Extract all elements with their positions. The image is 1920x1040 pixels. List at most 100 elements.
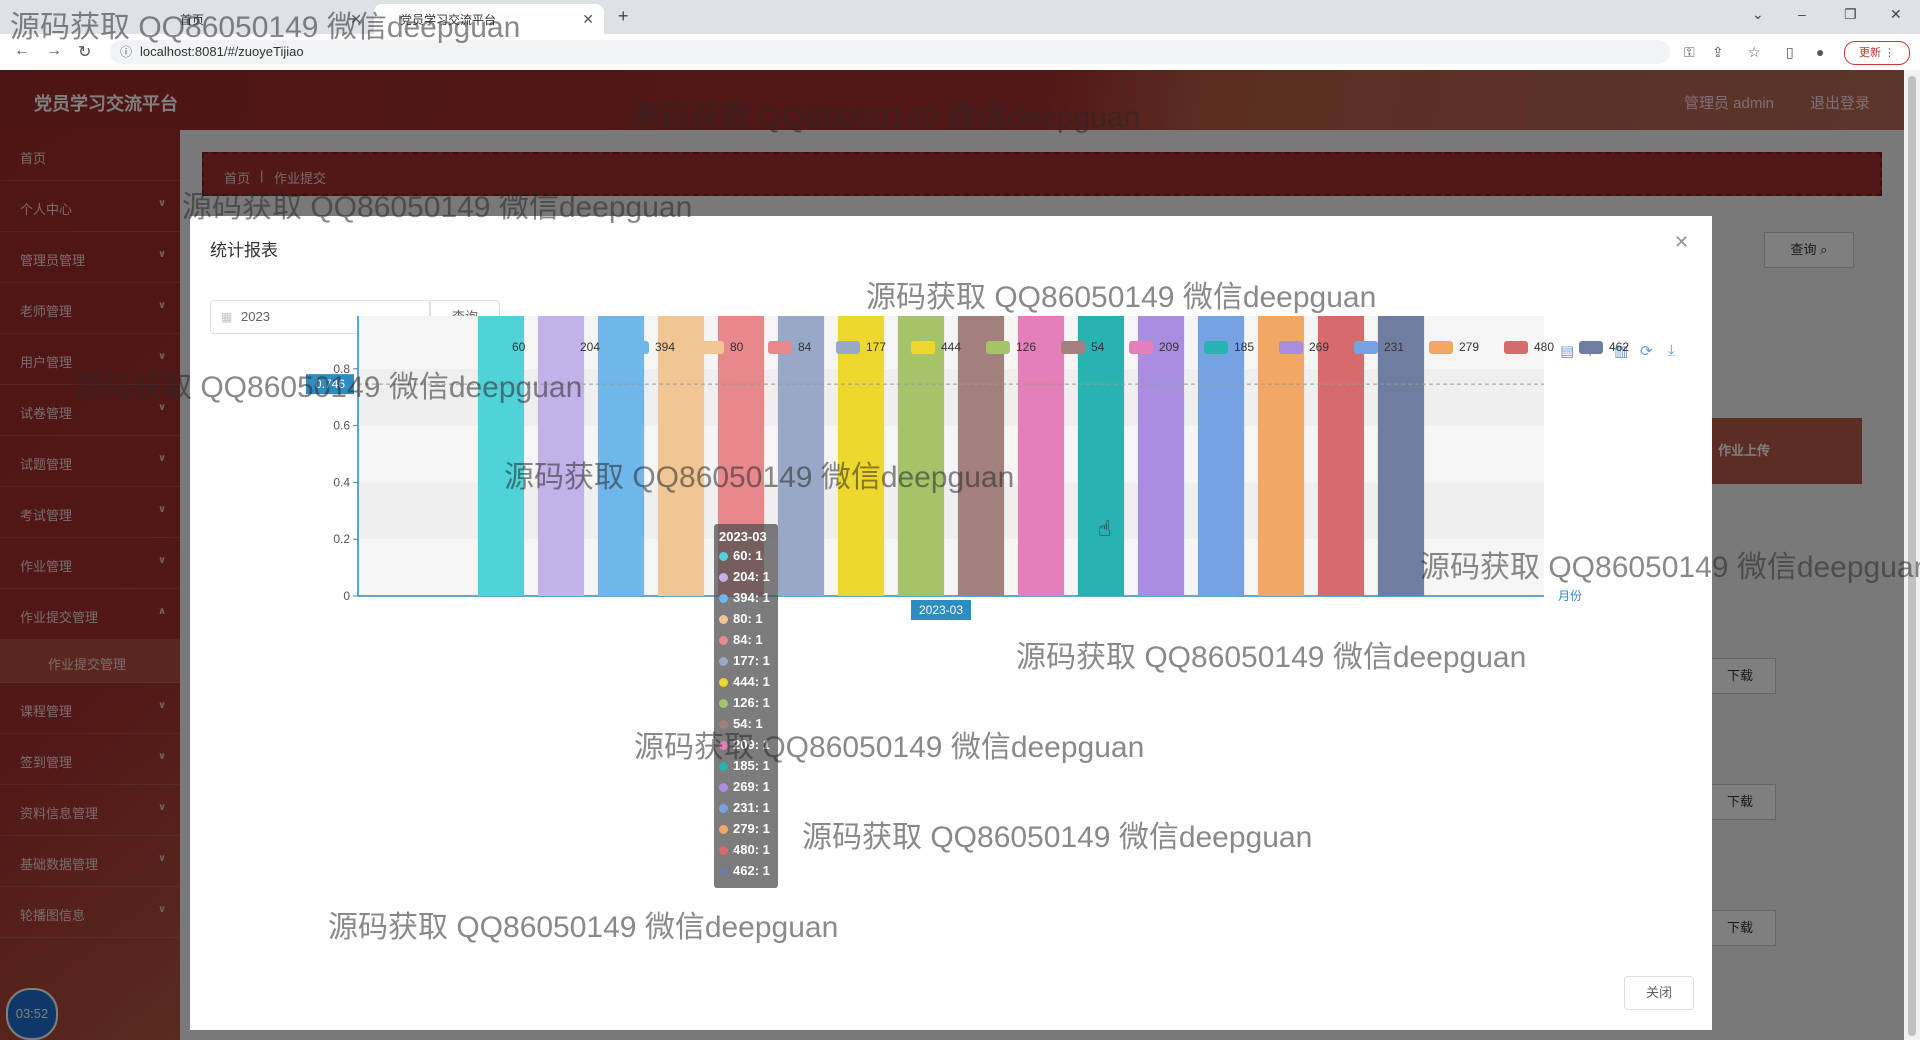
restore-icon[interactable]: ❐ — [1844, 6, 1857, 23]
tooltip-text: 80: 1 — [733, 611, 763, 626]
tooltip-text: 177: 1 — [733, 653, 770, 668]
tooltip-row: 231: 1 — [719, 800, 770, 820]
forward-icon[interactable]: → — [46, 42, 62, 60]
legend-item-394[interactable]: 394 — [625, 340, 675, 355]
tooltip-text: 60: 1 — [733, 548, 763, 563]
url-text: localhost:8081/#/zuoyeTijiao — [140, 44, 304, 59]
legend-item-231[interactable]: 231 — [1354, 340, 1405, 355]
close-icon[interactable]: ✕ — [582, 11, 594, 28]
hand-cursor-icon: ☝ — [1098, 516, 1112, 541]
bar-279 — [1257, 316, 1305, 596]
legend-item-279[interactable]: 279 — [1429, 340, 1480, 355]
legend-item-54[interactable]: 54 — [1061, 340, 1104, 355]
legend-swatch — [625, 341, 649, 355]
new-tab-icon[interactable]: + — [618, 6, 629, 27]
legend-item-209[interactable]: 209 — [1129, 340, 1179, 355]
legend-item-462[interactable]: 462 — [1579, 340, 1629, 355]
plot-band — [358, 482, 1544, 540]
tooltip-dot — [719, 615, 728, 625]
legend-item-84[interactable]: 84 — [768, 340, 812, 355]
legend-label: 177 — [866, 340, 887, 354]
legend-swatch — [1129, 341, 1153, 355]
tooltip-row: 279: 1 — [719, 821, 770, 841]
browser-tab-home[interactable]: 首页 ✕ — [140, 4, 372, 34]
tooltip-text: 269: 1 — [733, 779, 770, 794]
bar-444 — [837, 316, 885, 596]
tooltip-row: 84: 1 — [719, 632, 763, 652]
legend-item-185[interactable]: 185 — [1204, 340, 1254, 355]
legend-swatch — [482, 341, 506, 355]
scrollbar-thumb[interactable] — [1908, 76, 1916, 1036]
x-tick-label: 2023-03 — [919, 603, 963, 617]
bar-chart: 00.20.40.60.81数值月份2023-030.746 — [306, 316, 1582, 620]
tooltip-dot — [719, 657, 728, 667]
bar-209 — [1017, 316, 1065, 596]
legend-swatch — [1204, 341, 1228, 355]
legend-label: 84 — [798, 340, 812, 354]
tooltip-dot — [719, 594, 728, 604]
legend-item-60[interactable]: 60 — [482, 340, 525, 355]
legend-item-177[interactable]: 177 — [836, 340, 887, 355]
sidepanel-icon[interactable]: ▯ — [1786, 44, 1794, 61]
y-tick-label: 1 — [343, 316, 350, 319]
update-button[interactable]: 更新 ⋮ — [1844, 41, 1910, 65]
legend-label: 444 — [941, 340, 962, 354]
legend-item-480[interactable]: 480 — [1504, 340, 1554, 355]
back-icon[interactable]: ← — [14, 42, 30, 60]
browser-tab-active[interactable]: 党员学习交流平台 ✕ — [374, 4, 604, 34]
profile-icon[interactable]: ● — [1816, 44, 1824, 60]
legend-item-80[interactable]: 80 — [700, 340, 743, 355]
tooltip-text: 444: 1 — [733, 674, 770, 689]
legend-item-444[interactable]: 444 — [911, 340, 962, 355]
tooltip-row: 444: 1 — [719, 674, 770, 694]
tooltip-dot — [719, 720, 728, 730]
tooltip-row: 209: 1 — [719, 737, 770, 757]
legend-item-204[interactable]: 204 — [550, 340, 601, 355]
close-button[interactable]: 关闭 — [1624, 976, 1694, 1010]
tooltip-dot — [719, 573, 728, 583]
browser-tab-bar: 首页 ✕ 党员学习交流平台 ✕ + ⌄ – ❐ ✕ — [0, 0, 1920, 34]
tooltip-dot — [719, 636, 728, 646]
close-icon[interactable]: ✕ — [350, 11, 362, 28]
tooltip-text: 209: 1 — [733, 737, 770, 752]
legend-swatch — [1279, 341, 1303, 355]
plot-band — [358, 539, 1544, 596]
minimize-icon[interactable]: – — [1798, 6, 1806, 22]
bar-480 — [1317, 316, 1365, 596]
chevron-down-icon[interactable]: ⌄ — [1752, 6, 1764, 23]
legend-label: 231 — [1384, 340, 1405, 354]
legend-item-269[interactable]: 269 — [1279, 340, 1329, 355]
tooltip-row: 269: 1 — [719, 779, 770, 799]
update-label: 更新 — [1858, 47, 1881, 59]
y-tick-label: 0.6 — [333, 419, 350, 433]
bar-60 — [477, 316, 525, 596]
url-field[interactable]: ⓘ localhost:8081/#/zuoyeTijiao — [110, 40, 1670, 64]
star-icon[interactable]: ☆ — [1748, 44, 1761, 61]
bar-80 — [657, 316, 705, 596]
legend-label: 279 — [1459, 340, 1480, 354]
bar-126 — [897, 316, 945, 596]
tooltip-dot — [719, 741, 728, 751]
tooltip-row: 177: 1 — [719, 653, 770, 673]
legend-swatch — [1504, 341, 1528, 355]
tooltip-row: 480: 1 — [719, 842, 770, 862]
bar-394 — [597, 316, 645, 596]
legend-swatch — [911, 341, 935, 355]
window-close-icon[interactable]: ✕ — [1890, 6, 1902, 23]
browser-tab[interactable] — [8, 4, 138, 34]
share-icon[interactable]: ⇪ — [1712, 44, 1724, 61]
tooltip-text: 462: 1 — [733, 863, 770, 878]
bar-269 — [1137, 316, 1185, 596]
legend-swatch — [1579, 341, 1603, 355]
key-icon[interactable]: ⚿ — [1684, 44, 1695, 61]
tooltip-dot — [719, 699, 728, 709]
reload-icon[interactable]: ↻ — [78, 42, 91, 62]
tooltip-dot — [719, 552, 728, 562]
close-icon[interactable]: ✕ — [1674, 232, 1689, 253]
legend-item-126[interactable]: 126 — [986, 340, 1036, 355]
legend-swatch — [700, 341, 724, 355]
page-scrollbar[interactable] — [1904, 70, 1920, 1040]
bar-462 — [1377, 316, 1425, 596]
legend-label: 204 — [580, 340, 601, 354]
info-icon[interactable]: ⓘ — [120, 40, 132, 64]
